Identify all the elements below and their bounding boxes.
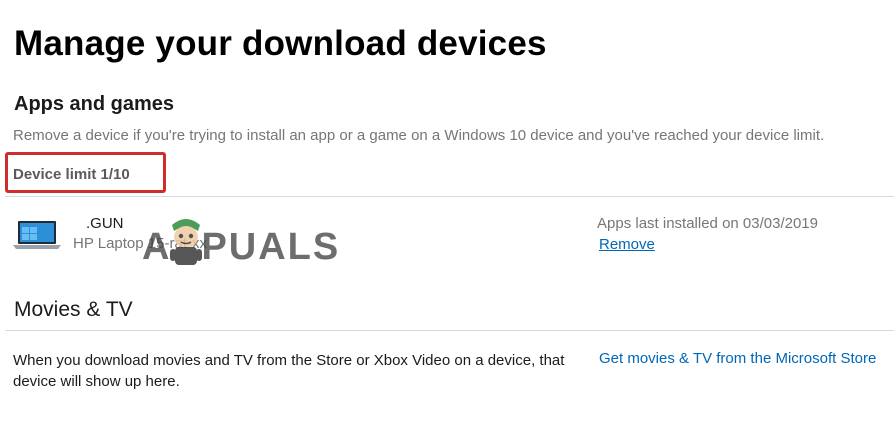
device-limit-label: Device limit 1/10 <box>13 166 130 183</box>
divider <box>5 196 894 197</box>
apps-description: Remove a device if you're trying to inst… <box>13 127 825 144</box>
laptop-icon <box>13 221 61 249</box>
movies-section-title: Movies & TV <box>14 298 133 321</box>
watermark-mascot-icon <box>170 219 202 265</box>
page-title: Manage your download devices <box>14 24 547 63</box>
apps-section-title: Apps and games <box>14 93 175 115</box>
microsoft-store-movies-link[interactable]: Get movies & TV from the Microsoft Store <box>599 350 876 367</box>
last-installed-date: Apps last installed on 03/03/2019 <box>597 215 818 232</box>
device-name: .GUN <box>86 215 124 232</box>
movies-description: When you download movies and TV from the… <box>13 352 565 390</box>
divider <box>5 330 894 331</box>
remove-device-link[interactable]: Remove <box>599 236 655 253</box>
watermark-letters-puals: PUALS <box>201 226 341 268</box>
